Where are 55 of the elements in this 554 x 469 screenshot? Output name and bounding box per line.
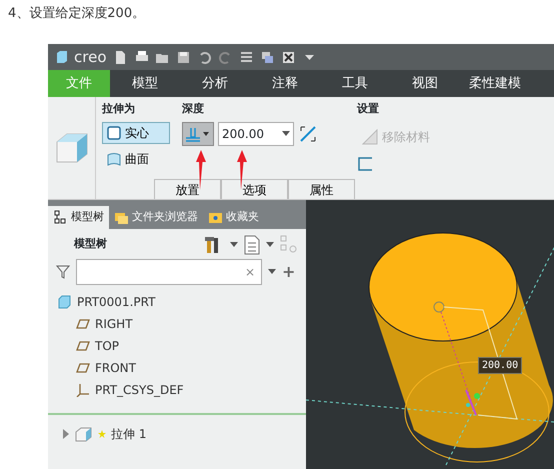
plane-icon <box>76 360 90 374</box>
extrude-type-option[interactable]: 曲面 <box>102 148 170 170</box>
new-feature-icon <box>98 430 106 438</box>
caret-icon[interactable] <box>268 268 276 274</box>
thicken-icon[interactable] <box>357 156 373 172</box>
caret-icon[interactable] <box>266 242 274 248</box>
save-icon[interactable] <box>176 50 190 64</box>
add-button[interactable]: + <box>282 260 296 284</box>
tree-item[interactable]: FRONT <box>95 358 136 376</box>
tree-item[interactable]: RIGHT <box>95 314 133 332</box>
plane-icon <box>76 316 90 330</box>
close-window-icon[interactable] <box>280 50 296 64</box>
extrude-icon <box>75 426 93 442</box>
regenerate-icon[interactable] <box>238 50 254 64</box>
tree-item[interactable]: 拉伸 1 <box>111 424 146 442</box>
depth-value-field[interactable]: 200.00 <box>218 122 294 146</box>
step-heading: 4、设置给定深度200。 <box>7 5 146 23</box>
dimension-label[interactable]: 200.00 <box>478 357 522 374</box>
menu-tab[interactable]: 分析 <box>180 70 250 97</box>
search-field[interactable]: × <box>76 258 262 284</box>
filter-icon[interactable] <box>56 264 70 278</box>
part-icon <box>58 294 72 308</box>
panel-tab[interactable]: 属性 <box>288 179 355 199</box>
depth-type-button[interactable] <box>182 122 214 146</box>
document-icon[interactable] <box>244 234 260 254</box>
group-title: 设置 <box>357 101 380 117</box>
menu-tab[interactable]: 柔性建模 <box>460 70 530 97</box>
tree-title: 模型树 <box>74 236 108 252</box>
tree-item[interactable]: PRT_CSYS_DEF <box>95 380 184 398</box>
windows-icon[interactable] <box>260 50 274 64</box>
tree-icon <box>53 210 68 225</box>
caret-icon[interactable] <box>282 130 290 136</box>
menu-tab[interactable]: 视图 <box>390 70 460 97</box>
panel-tab[interactable]: 放置 <box>154 179 221 199</box>
group-title: 深度 <box>182 101 205 117</box>
caret-icon[interactable] <box>230 242 238 248</box>
group-title: 拉伸为 <box>102 101 136 117</box>
expand-arrow-icon[interactable] <box>62 428 70 438</box>
menu-tab[interactable]: 模型 <box>110 70 180 97</box>
app-logo-icon <box>56 50 68 64</box>
surface-icon <box>107 152 121 166</box>
panel-tab[interactable]: 模型树 <box>48 206 109 228</box>
cut-icon <box>362 128 378 144</box>
coordinate-system-icon <box>76 382 90 396</box>
tree-item[interactable]: PRT0001.PRT <box>77 292 156 310</box>
menu-tab[interactable]: 注释 <box>250 70 320 97</box>
extrude-type-option[interactable]: 实心 <box>102 122 170 144</box>
plane-icon <box>76 338 90 352</box>
solid-icon <box>107 126 121 140</box>
flip-direction-icon[interactable] <box>298 124 318 144</box>
caret-icon <box>203 132 209 136</box>
menu-tab[interactable]: 工具 <box>320 70 390 97</box>
panel-tab[interactable]: 选项 <box>221 179 288 199</box>
tree-item[interactable]: TOP <box>95 336 120 354</box>
app-logo: creo <box>74 46 106 68</box>
